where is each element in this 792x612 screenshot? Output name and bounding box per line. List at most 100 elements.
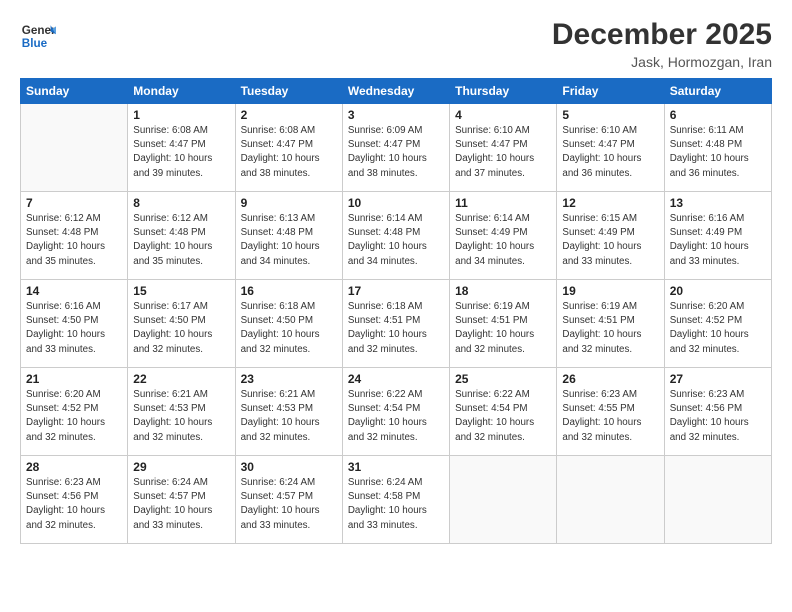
day-number: 23 <box>241 372 337 386</box>
table-row <box>450 456 557 544</box>
calendar-week-row: 1Sunrise: 6:08 AMSunset: 4:47 PMDaylight… <box>21 104 772 192</box>
table-row: 12 Sunrise: 6:15 AMSunset: 4:49 PMDayligh… <box>557 192 664 280</box>
day-info: Sunrise: 6:14 AMSunset: 4:49 PMDaylight:… <box>455 212 551 269</box>
day-number: 30 <box>241 460 337 474</box>
day-info: Sunrise: 6:22 AMSunset: 4:54 PMDaylight:… <box>455 388 551 445</box>
day-number: 9 <box>241 196 337 210</box>
table-row: 14Sunrise: 6:16 AMSunset: 4:50 PMDayligh… <box>21 280 128 368</box>
day-number: 21 <box>26 372 122 386</box>
page: General Blue December 2025 Jask, Hormozg… <box>0 0 792 612</box>
logo: General Blue <box>20 18 56 54</box>
day-info: Sunrise: 6:08 AMSunset: 4:47 PMDaylight:… <box>133 124 229 181</box>
col-monday: Monday <box>128 79 235 104</box>
day-number: 10 <box>348 196 444 210</box>
day-number: 11 <box>455 196 551 210</box>
day-number: 19 <box>562 284 658 298</box>
table-row: 9Sunrise: 6:13 AMSunset: 4:48 PMDaylight… <box>235 192 342 280</box>
calendar-week-row: 28Sunrise: 6:23 AMSunset: 4:56 PMDayligh… <box>21 456 772 544</box>
day-info: Sunrise: 6:22 AMSunset: 4:54 PMDaylight:… <box>348 388 444 445</box>
header: General Blue December 2025 Jask, Hormozg… <box>20 18 772 70</box>
table-row: 20Sunrise: 6:20 AMSunset: 4:52 PMDayligh… <box>664 280 771 368</box>
table-row: 8 Sunrise: 6:12 AMSunset: 4:48 PMDaylight… <box>128 192 235 280</box>
col-tuesday: Tuesday <box>235 79 342 104</box>
col-wednesday: Wednesday <box>342 79 449 104</box>
day-info: Sunrise: 6:23 AMSunset: 4:56 PMDaylight:… <box>670 388 766 445</box>
table-row: 11 Sunrise: 6:14 AMSunset: 4:49 PMDayligh… <box>450 192 557 280</box>
table-row: 19 Sunrise: 6:19 AMSunset: 4:51 PMDayligh… <box>557 280 664 368</box>
day-info: Sunrise: 6:16 AMSunset: 4:49 PMDaylight:… <box>670 212 766 269</box>
table-row: 10 Sunrise: 6:14 AMSunset: 4:48 PMDayligh… <box>342 192 449 280</box>
day-number: 26 <box>562 372 658 386</box>
day-info: Sunrise: 6:16 AMSunset: 4:50 PMDaylight:… <box>26 300 122 357</box>
day-info: Sunrise: 6:20 AMSunset: 4:52 PMDaylight:… <box>670 300 766 357</box>
day-number: 4 <box>455 108 551 122</box>
table-row: 1Sunrise: 6:08 AMSunset: 4:47 PMDaylight… <box>128 104 235 192</box>
day-info: Sunrise: 6:24 AMSunset: 4:57 PMDaylight:… <box>241 476 337 533</box>
day-info: Sunrise: 6:15 AMSunset: 4:49 PMDaylight:… <box>562 212 658 269</box>
location: Jask, Hormozgan, Iran <box>552 54 772 70</box>
col-thursday: Thursday <box>450 79 557 104</box>
col-saturday: Saturday <box>664 79 771 104</box>
table-row: 31 Sunrise: 6:24 AMSunset: 4:58 PMDayligh… <box>342 456 449 544</box>
day-number: 22 <box>133 372 229 386</box>
calendar-week-row: 7 Sunrise: 6:12 AMSunset: 4:48 PMDaylight… <box>21 192 772 280</box>
calendar-week-row: 14Sunrise: 6:16 AMSunset: 4:50 PMDayligh… <box>21 280 772 368</box>
calendar-header-row: Sunday Monday Tuesday Wednesday Thursday… <box>21 79 772 104</box>
day-info: Sunrise: 6:14 AMSunset: 4:48 PMDaylight:… <box>348 212 444 269</box>
day-info: Sunrise: 6:10 AMSunset: 4:47 PMDaylight:… <box>562 124 658 181</box>
table-row: 13 Sunrise: 6:16 AMSunset: 4:49 PMDayligh… <box>664 192 771 280</box>
day-number: 2 <box>241 108 337 122</box>
table-row: 21 Sunrise: 6:20 AMSunset: 4:52 PMDayligh… <box>21 368 128 456</box>
day-info: Sunrise: 6:24 AMSunset: 4:58 PMDaylight:… <box>348 476 444 533</box>
table-row: 4 Sunrise: 6:10 AMSunset: 4:47 PMDaylight… <box>450 104 557 192</box>
day-number: 17 <box>348 284 444 298</box>
day-info: Sunrise: 6:21 AMSunset: 4:53 PMDaylight:… <box>241 388 337 445</box>
day-info: Sunrise: 6:12 AMSunset: 4:48 PMDaylight:… <box>26 212 122 269</box>
day-info: Sunrise: 6:09 AMSunset: 4:47 PMDaylight:… <box>348 124 444 181</box>
day-info: Sunrise: 6:18 AMSunset: 4:50 PMDaylight:… <box>241 300 337 357</box>
day-info: Sunrise: 6:19 AMSunset: 4:51 PMDaylight:… <box>562 300 658 357</box>
day-info: Sunrise: 6:24 AMSunset: 4:57 PMDaylight:… <box>133 476 229 533</box>
day-info: Sunrise: 6:17 AMSunset: 4:50 PMDaylight:… <box>133 300 229 357</box>
svg-text:Blue: Blue <box>22 37 48 50</box>
title-block: December 2025 Jask, Hormozgan, Iran <box>552 18 772 70</box>
col-friday: Friday <box>557 79 664 104</box>
table-row: 16 Sunrise: 6:18 AMSunset: 4:50 PMDayligh… <box>235 280 342 368</box>
day-number: 6 <box>670 108 766 122</box>
day-number: 7 <box>26 196 122 210</box>
day-number: 24 <box>348 372 444 386</box>
day-number: 8 <box>133 196 229 210</box>
day-number: 5 <box>562 108 658 122</box>
day-number: 29 <box>133 460 229 474</box>
day-number: 31 <box>348 460 444 474</box>
day-number: 15 <box>133 284 229 298</box>
day-number: 13 <box>670 196 766 210</box>
day-info: Sunrise: 6:10 AMSunset: 4:47 PMDaylight:… <box>455 124 551 181</box>
day-number: 12 <box>562 196 658 210</box>
day-info: Sunrise: 6:08 AMSunset: 4:47 PMDaylight:… <box>241 124 337 181</box>
logo-icon: General Blue <box>20 18 56 54</box>
table-row: 22 Sunrise: 6:21 AMSunset: 4:53 PMDayligh… <box>128 368 235 456</box>
month-title: December 2025 <box>552 18 772 52</box>
table-row: 25 Sunrise: 6:22 AMSunset: 4:54 PMDayligh… <box>450 368 557 456</box>
table-row <box>21 104 128 192</box>
day-info: Sunrise: 6:20 AMSunset: 4:52 PMDaylight:… <box>26 388 122 445</box>
table-row: 28Sunrise: 6:23 AMSunset: 4:56 PMDayligh… <box>21 456 128 544</box>
day-number: 25 <box>455 372 551 386</box>
calendar-week-row: 21 Sunrise: 6:20 AMSunset: 4:52 PMDayligh… <box>21 368 772 456</box>
day-number: 27 <box>670 372 766 386</box>
table-row: 15 Sunrise: 6:17 AMSunset: 4:50 PMDayligh… <box>128 280 235 368</box>
table-row: 2 Sunrise: 6:08 AMSunset: 4:47 PMDaylight… <box>235 104 342 192</box>
table-row: 24 Sunrise: 6:22 AMSunset: 4:54 PMDayligh… <box>342 368 449 456</box>
table-row: 18Sunrise: 6:19 AMSunset: 4:51 PMDayligh… <box>450 280 557 368</box>
table-row: 6Sunrise: 6:11 AMSunset: 4:48 PMDaylight… <box>664 104 771 192</box>
calendar-table: Sunday Monday Tuesday Wednesday Thursday… <box>20 78 772 544</box>
table-row: 26Sunrise: 6:23 AMSunset: 4:55 PMDayligh… <box>557 368 664 456</box>
table-row: 23 Sunrise: 6:21 AMSunset: 4:53 PMDayligh… <box>235 368 342 456</box>
day-info: Sunrise: 6:21 AMSunset: 4:53 PMDaylight:… <box>133 388 229 445</box>
day-number: 16 <box>241 284 337 298</box>
table-row <box>557 456 664 544</box>
table-row: 3Sunrise: 6:09 AMSunset: 4:47 PMDaylight… <box>342 104 449 192</box>
day-info: Sunrise: 6:12 AMSunset: 4:48 PMDaylight:… <box>133 212 229 269</box>
table-row: 7 Sunrise: 6:12 AMSunset: 4:48 PMDaylight… <box>21 192 128 280</box>
